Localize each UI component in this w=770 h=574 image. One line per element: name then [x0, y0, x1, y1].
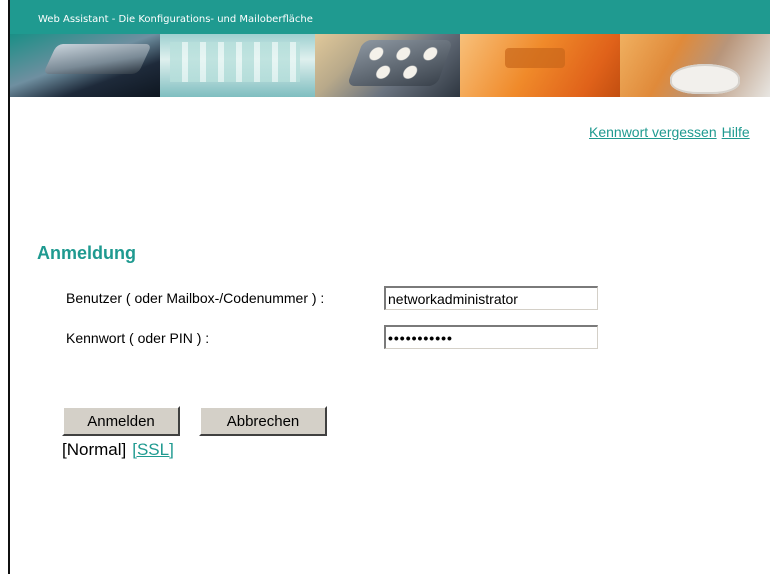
app-title: Web Assistant - Die Konfigurations- und … [38, 14, 313, 25]
banner-photo-strip [10, 34, 770, 97]
forgot-password-link[interactable]: Kennwort vergessen [589, 124, 717, 140]
banner-photo-mouse [620, 34, 770, 97]
banner-photo-device [460, 34, 620, 97]
password-input[interactable] [384, 325, 598, 349]
banner-photo-keyboard [10, 34, 160, 97]
connection-mode: [Normal] [SSL] [62, 440, 174, 460]
banner-photo-screen [160, 34, 315, 97]
normal-mode-label: [Normal] [62, 440, 127, 459]
ssl-link[interactable]: [SSL] [132, 440, 174, 459]
cancel-button[interactable]: Abbrechen [199, 406, 327, 436]
left-frame-border [0, 0, 10, 574]
header-banner: Web Assistant - Die Konfigurations- und … [10, 0, 770, 97]
login-button[interactable]: Anmelden [62, 406, 180, 436]
help-link[interactable]: Hilfe [722, 124, 750, 140]
top-links: Kennwort vergessen Hilfe [589, 124, 750, 140]
username-input[interactable] [384, 286, 598, 310]
login-heading: Anmeldung [37, 243, 136, 263]
username-label: Benutzer ( oder Mailbox-/Codenummer ) : [66, 290, 325, 306]
password-label: Kennwort ( oder PIN ) : [66, 330, 210, 346]
banner-photo-phone-keypad [315, 34, 460, 97]
